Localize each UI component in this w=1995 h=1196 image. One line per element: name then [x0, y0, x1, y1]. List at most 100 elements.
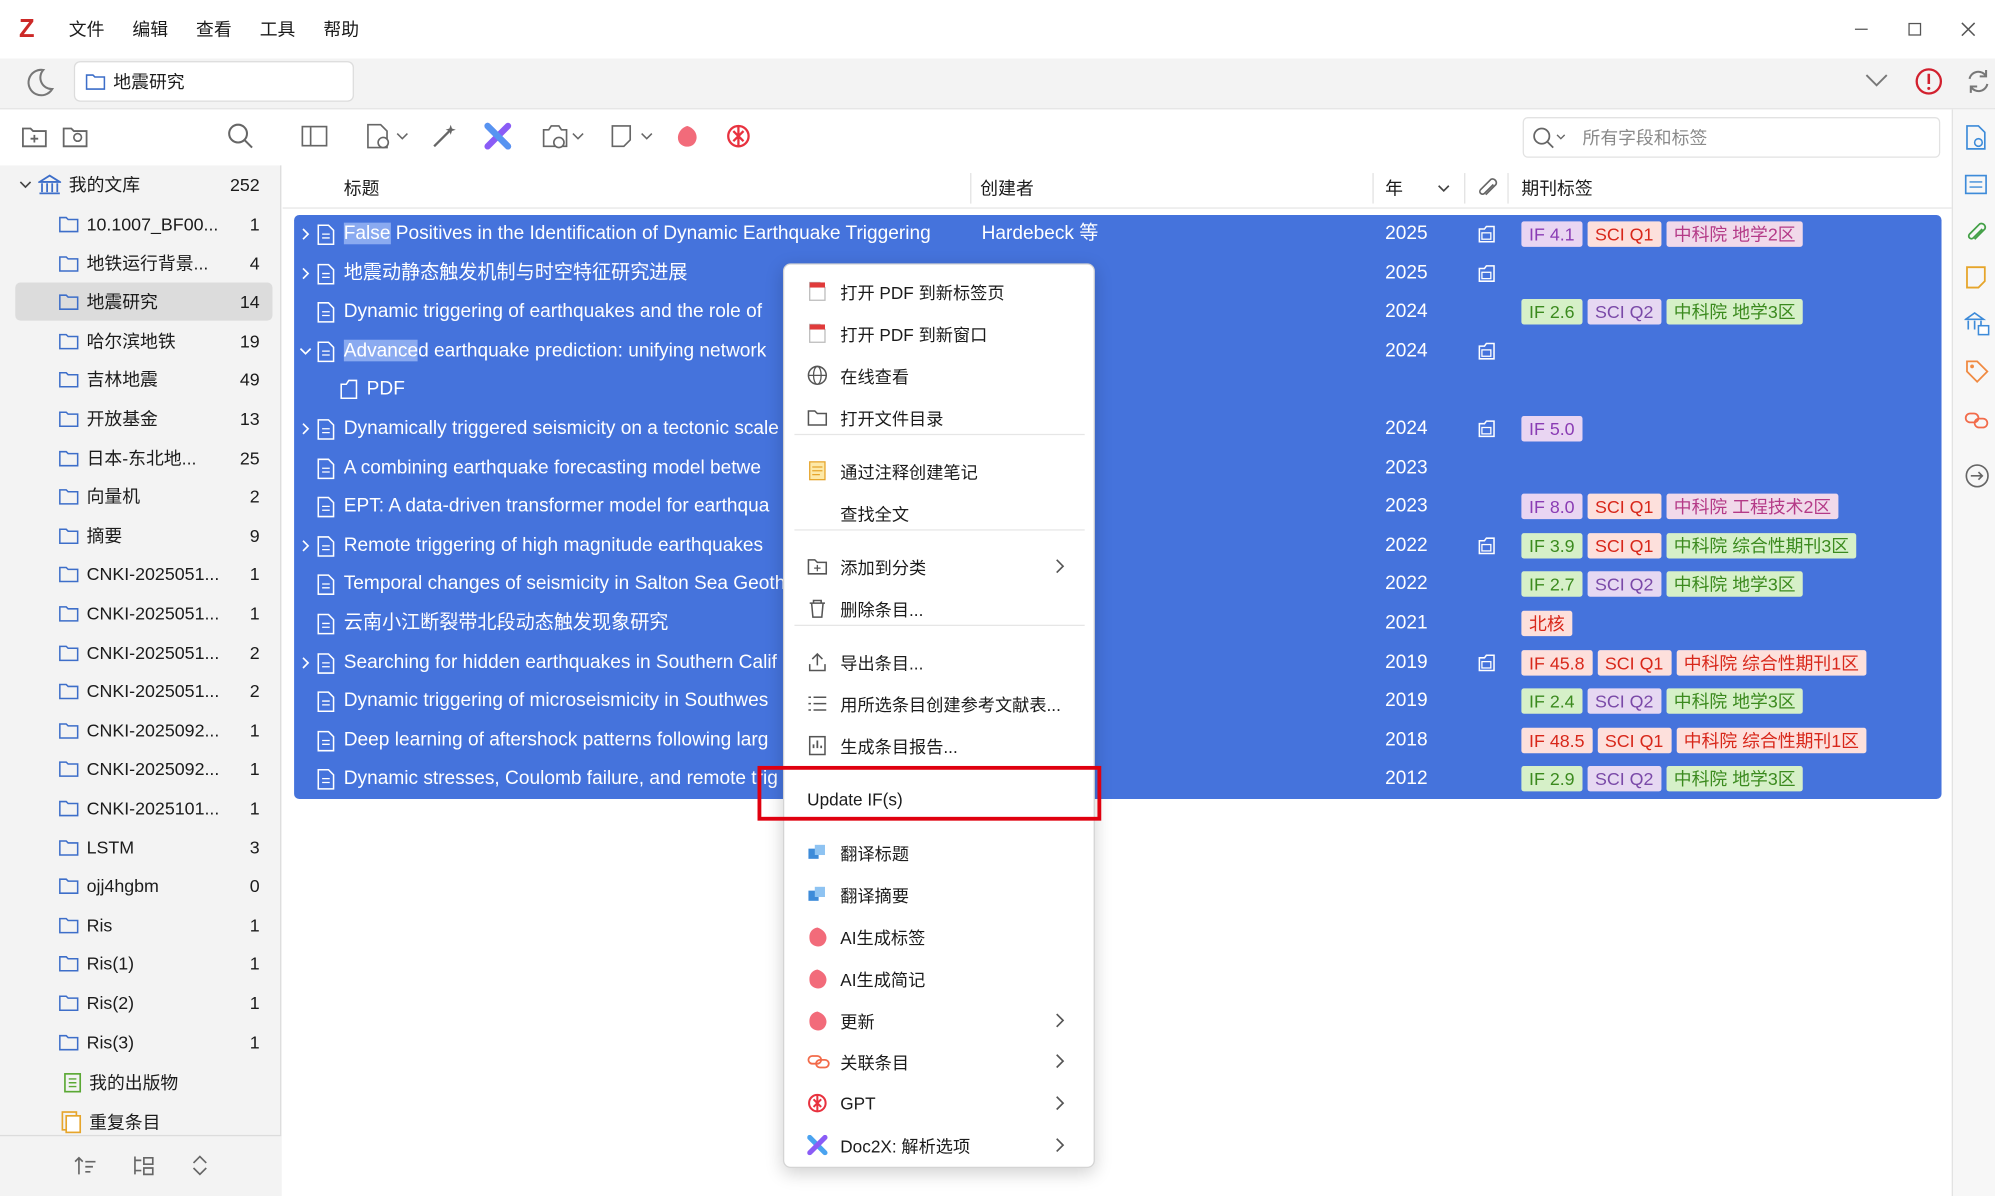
context-menu-item[interactable]: 更新	[784, 1001, 1093, 1039]
zotero-logo[interactable]: Z	[0, 15, 53, 44]
item-row[interactable]: Dynamic stresses, Coulomb failure, and r…	[294, 760, 1941, 799]
collection-item[interactable]: Ris(1) 1	[15, 945, 272, 983]
creator-column-header[interactable]: 创建者	[980, 168, 1033, 209]
attachments-icon[interactable]	[1964, 221, 1987, 244]
collection-tab[interactable]: 地震研究	[73, 61, 354, 102]
close-window-button[interactable]	[1942, 0, 1995, 59]
collection-item[interactable]: Ris(3) 1	[15, 1022, 272, 1060]
item-row[interactable]: Dynamically triggered seismicity on a te…	[294, 410, 1941, 449]
context-menu-item[interactable]: AI生成简记	[784, 959, 1093, 997]
context-menu-item[interactable]: 翻译摘要	[784, 875, 1093, 913]
collection-item[interactable]: 摘要 9	[15, 516, 272, 554]
menu-3[interactable]: 工具	[260, 17, 296, 42]
collection-item[interactable]: 开放基金 13	[15, 400, 272, 438]
library-row[interactable]: 我的文库 252	[15, 165, 272, 203]
gpt-icon[interactable]	[724, 122, 752, 150]
ai-petal-icon[interactable]	[673, 122, 701, 150]
attachment-icon[interactable]	[1478, 342, 1496, 360]
context-menu-item[interactable]: 生成条目报告...	[784, 727, 1093, 765]
search-icon[interactable]	[227, 122, 255, 150]
context-menu-item[interactable]: 用所选条目创建参考文献表...	[784, 685, 1093, 723]
attachment-icon[interactable]	[1478, 420, 1496, 438]
chevron-down-icon[interactable]	[1864, 71, 1889, 89]
item-row[interactable]: PDF	[294, 371, 1941, 410]
title-column-header[interactable]: 标题	[344, 168, 380, 209]
collection-item[interactable]: 哈尔滨地铁 19	[15, 322, 272, 360]
item-row[interactable]: False Positives in the Identification of…	[294, 215, 1941, 254]
item-row[interactable]: 地震动静态触发机制与时空特征研究进展 2025	[294, 254, 1941, 293]
menu-1[interactable]: 编辑	[132, 17, 168, 42]
my-publications[interactable]: 我的出版物	[15, 1064, 272, 1102]
context-menu-item[interactable]: 关联条目	[784, 1042, 1093, 1080]
abstract-icon[interactable]	[1964, 173, 1987, 196]
item-row[interactable]: Remote triggering of high magnitude eart…	[294, 526, 1941, 565]
alert-icon[interactable]	[1915, 67, 1943, 95]
chevron-right-icon[interactable]	[299, 254, 312, 292]
toggle-pane-icon[interactable]	[300, 122, 328, 150]
magic-wand-icon[interactable]	[430, 122, 458, 150]
collection-item[interactable]: CNKI-2025051... 2	[15, 672, 272, 710]
context-menu-item[interactable]: 翻译标题	[784, 833, 1093, 871]
new-collection-icon[interactable]	[20, 122, 48, 150]
context-menu-item[interactable]: 打开 PDF 到新标签页	[784, 272, 1093, 310]
context-menu-item[interactable]: 打开文件目录	[784, 398, 1093, 436]
collection-item[interactable]: 向量机 2	[15, 477, 272, 515]
moon-icon[interactable]	[23, 66, 56, 99]
context-menu-item[interactable]: 查找全文	[784, 494, 1093, 532]
add-attachment-icon[interactable]	[540, 122, 586, 150]
year-column-header[interactable]: 年	[1385, 168, 1403, 209]
collection-item[interactable]: CNKI-2025051... 1	[15, 555, 272, 593]
attachment-icon[interactable]	[1478, 225, 1496, 243]
item-row[interactable]: 云南小江断裂带北段动态触发现象研究 2021 北核	[294, 604, 1941, 643]
attachment-column-icon[interactable]	[1476, 168, 1499, 209]
collection-item[interactable]: 日本-东北地... 25	[15, 438, 272, 476]
menu-0[interactable]: 文件	[69, 17, 105, 42]
attachment-icon[interactable]	[1478, 653, 1496, 671]
chevron-right-icon[interactable]	[299, 410, 312, 448]
item-row[interactable]: A combining earthquake forecasting model…	[294, 449, 1941, 488]
sort-chevron-icon[interactable]	[1436, 168, 1451, 209]
context-menu-item[interactable]: AI生成标签	[784, 917, 1093, 955]
search-field[interactable]: 所有字段和标签	[1522, 117, 1941, 158]
collection-item[interactable]: 地震研究 14	[15, 282, 273, 321]
item-row[interactable]: EPT: A data-driven transformer model for…	[294, 488, 1941, 527]
chevron-right-icon[interactable]	[299, 215, 312, 253]
notes-icon[interactable]	[1964, 265, 1987, 290]
collection-item[interactable]: CNKI-2025051... 1	[15, 594, 272, 632]
collection-item[interactable]: CNKI-2025092... 1	[15, 750, 272, 788]
collection-item[interactable]: 地铁运行背景... 4	[15, 244, 272, 282]
item-row[interactable]: Advanced earthquake prediction: unifying…	[294, 332, 1941, 371]
tree-icon[interactable]	[132, 1154, 155, 1177]
context-menu-item[interactable]: GPT	[784, 1084, 1093, 1122]
context-menu-item[interactable]: 在线查看	[784, 356, 1093, 394]
chevron-right-icon[interactable]	[299, 526, 312, 564]
new-note-icon[interactable]	[609, 122, 655, 150]
maximize-button[interactable]	[1888, 0, 1941, 59]
collection-item[interactable]: ojj4hgbm 0	[15, 867, 272, 905]
related-icon[interactable]	[1964, 407, 1989, 432]
item-row[interactable]: Dynamic triggering of microseismicity in…	[294, 682, 1941, 721]
collection-item[interactable]: Ris(2) 1	[15, 984, 272, 1022]
sort-icon[interactable]	[74, 1154, 97, 1177]
context-menu-item[interactable]: 通过注释创建笔记	[784, 452, 1093, 490]
context-menu-item[interactable]: 打开 PDF 到新窗口	[784, 314, 1093, 352]
context-menu-item[interactable]: Doc2X: 解析选项	[784, 1126, 1093, 1164]
attachment-icon[interactable]	[1478, 264, 1496, 282]
menu-4[interactable]: 帮助	[323, 17, 359, 42]
collection-item[interactable]: Ris 1	[15, 906, 272, 944]
collection-item[interactable]: 吉林地震 49	[15, 361, 272, 399]
item-row[interactable]: Searching for hidden earthquakes in Sout…	[294, 643, 1941, 682]
collection-item[interactable]: CNKI-2025051... 2	[15, 633, 272, 671]
new-saved-search-icon[interactable]	[61, 122, 89, 150]
collection-item[interactable]: LSTM 3	[15, 828, 272, 866]
minimize-button[interactable]	[1835, 0, 1888, 59]
new-item-icon[interactable]	[364, 122, 410, 150]
sync-icon[interactable]	[1964, 67, 1992, 95]
context-menu-item[interactable]: 导出条目...	[784, 643, 1093, 681]
item-row[interactable]: Dynamic triggering of earthquakes and th…	[294, 293, 1941, 332]
journal-tags-column-header[interactable]: 期刊标签	[1521, 168, 1592, 209]
context-menu-item[interactable]: 删除条目...	[784, 589, 1093, 627]
collection-item[interactable]: CNKI-2025092... 1	[15, 711, 272, 749]
collection-item[interactable]: 10.1007_BF00... 1	[15, 205, 272, 243]
menu-2[interactable]: 查看	[196, 17, 232, 42]
